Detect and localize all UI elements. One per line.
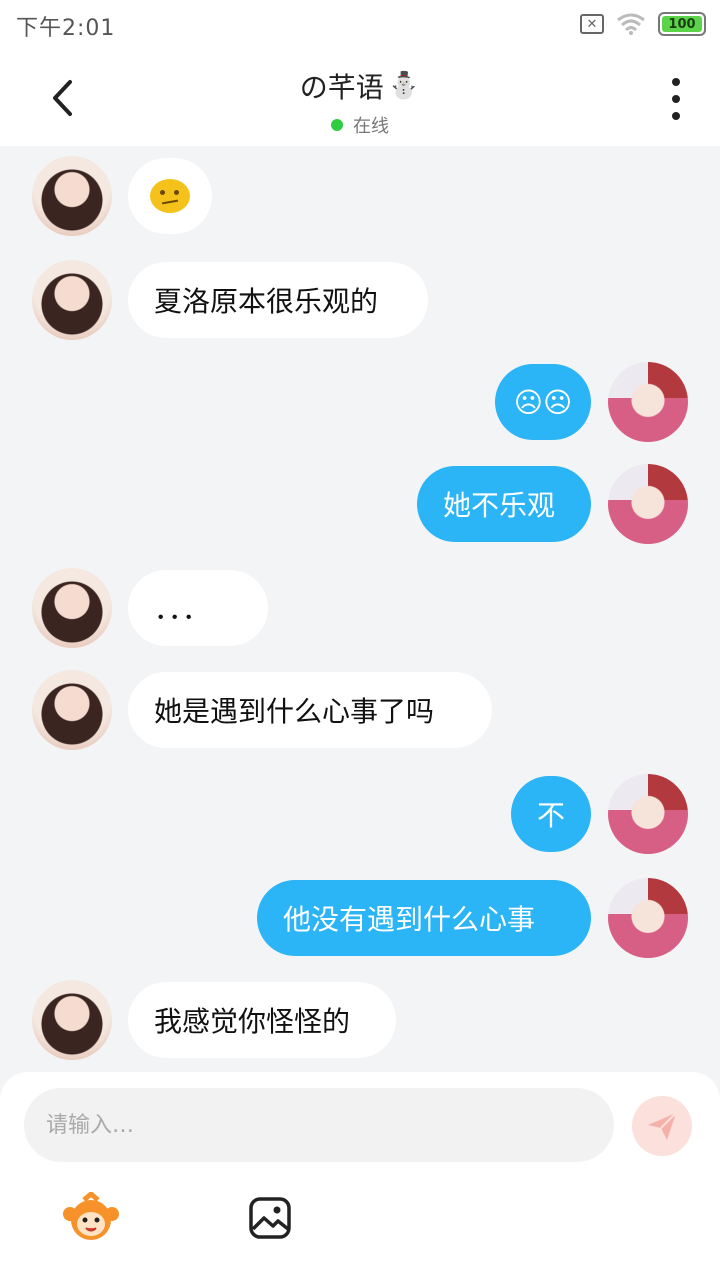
message-input[interactable] <box>24 1088 614 1162</box>
contact-name-text: の芊语 <box>299 71 384 104</box>
status-bar: 下午2:01 ✕ 100 <box>0 0 720 50</box>
send-button[interactable] <box>632 1096 692 1156</box>
message-row: 她是遇到什么心事了吗 <box>0 670 720 750</box>
message-list[interactable]: 夏洛原本很乐观的 ☹☹ 她不乐观 ．．． 她是遇到什么心事了吗 不 他没有遇到什… <box>0 146 720 1072</box>
message-bubble[interactable]: 夏洛原本很乐观的 <box>128 262 428 338</box>
composer-panel <box>0 1072 720 1280</box>
more-dot-icon <box>672 78 680 86</box>
more-dot-icon <box>672 95 680 103</box>
mascot-face-svg <box>63 1190 119 1240</box>
online-status-text: 在线 <box>353 116 389 137</box>
message-row: ．．． <box>0 568 720 648</box>
paper-plane-icon <box>648 1112 677 1140</box>
message-row: 他没有遇到什么心事 <box>0 878 720 958</box>
message-bubble[interactable]: 他没有遇到什么心事 <box>257 880 591 956</box>
message-row: 我感觉你怪怪的 <box>0 980 720 1060</box>
contact-avatar[interactable] <box>32 260 112 340</box>
wifi-icon <box>617 13 645 35</box>
message-row: 她不乐观 <box>0 464 720 544</box>
contact-avatar[interactable] <box>32 156 112 236</box>
message-bubble[interactable]: 我感觉你怪怪的 <box>128 982 396 1058</box>
contact-info: の芊语 ⛄ 在线 <box>210 66 510 138</box>
my-avatar[interactable] <box>608 464 688 544</box>
message-row: 不 <box>0 774 720 854</box>
mascot-face-icon[interactable] <box>62 1190 120 1244</box>
message-bubble[interactable]: ．．． <box>128 570 268 646</box>
snowman-icon: ⛄ <box>387 71 421 101</box>
message-bubble[interactable]: 她是遇到什么心事了吗 <box>128 672 492 748</box>
contact-avatar[interactable] <box>32 980 112 1060</box>
battery-level: 100 <box>662 16 702 32</box>
online-status: 在线 <box>331 112 389 138</box>
contact-name: の芊语 ⛄ <box>300 66 420 106</box>
contact-avatar[interactable] <box>32 670 112 750</box>
message-bubble[interactable]: ☹☹ <box>495 364 591 440</box>
message-row <box>0 156 720 236</box>
sim-card-icon: ✕ <box>580 14 604 34</box>
chat-header: の芊语 ⛄ 在线 <box>0 50 720 146</box>
my-avatar[interactable] <box>608 878 688 958</box>
online-dot-icon <box>331 119 343 131</box>
status-time: 下午2:01 <box>16 16 116 41</box>
more-dot-icon <box>672 112 680 120</box>
my-avatar[interactable] <box>608 774 688 854</box>
message-row: 夏洛原本很乐观的 <box>0 260 720 340</box>
image-svg <box>249 1197 291 1239</box>
more-options-button[interactable] <box>664 78 688 120</box>
battery-icon: 100 <box>658 12 706 36</box>
message-bubble[interactable]: 不 <box>511 776 591 852</box>
message-bubble[interactable]: 她不乐观 <box>417 466 591 542</box>
message-bubble[interactable] <box>128 158 212 234</box>
my-avatar[interactable] <box>608 362 688 442</box>
contact-avatar[interactable] <box>32 568 112 648</box>
message-row: ☹☹ <box>0 362 720 442</box>
image-icon[interactable] <box>248 1196 292 1240</box>
confused-face-icon <box>150 179 190 213</box>
status-icons: ✕ 100 <box>580 12 706 36</box>
back-button[interactable] <box>40 70 84 126</box>
chevron-left-icon <box>53 80 72 116</box>
